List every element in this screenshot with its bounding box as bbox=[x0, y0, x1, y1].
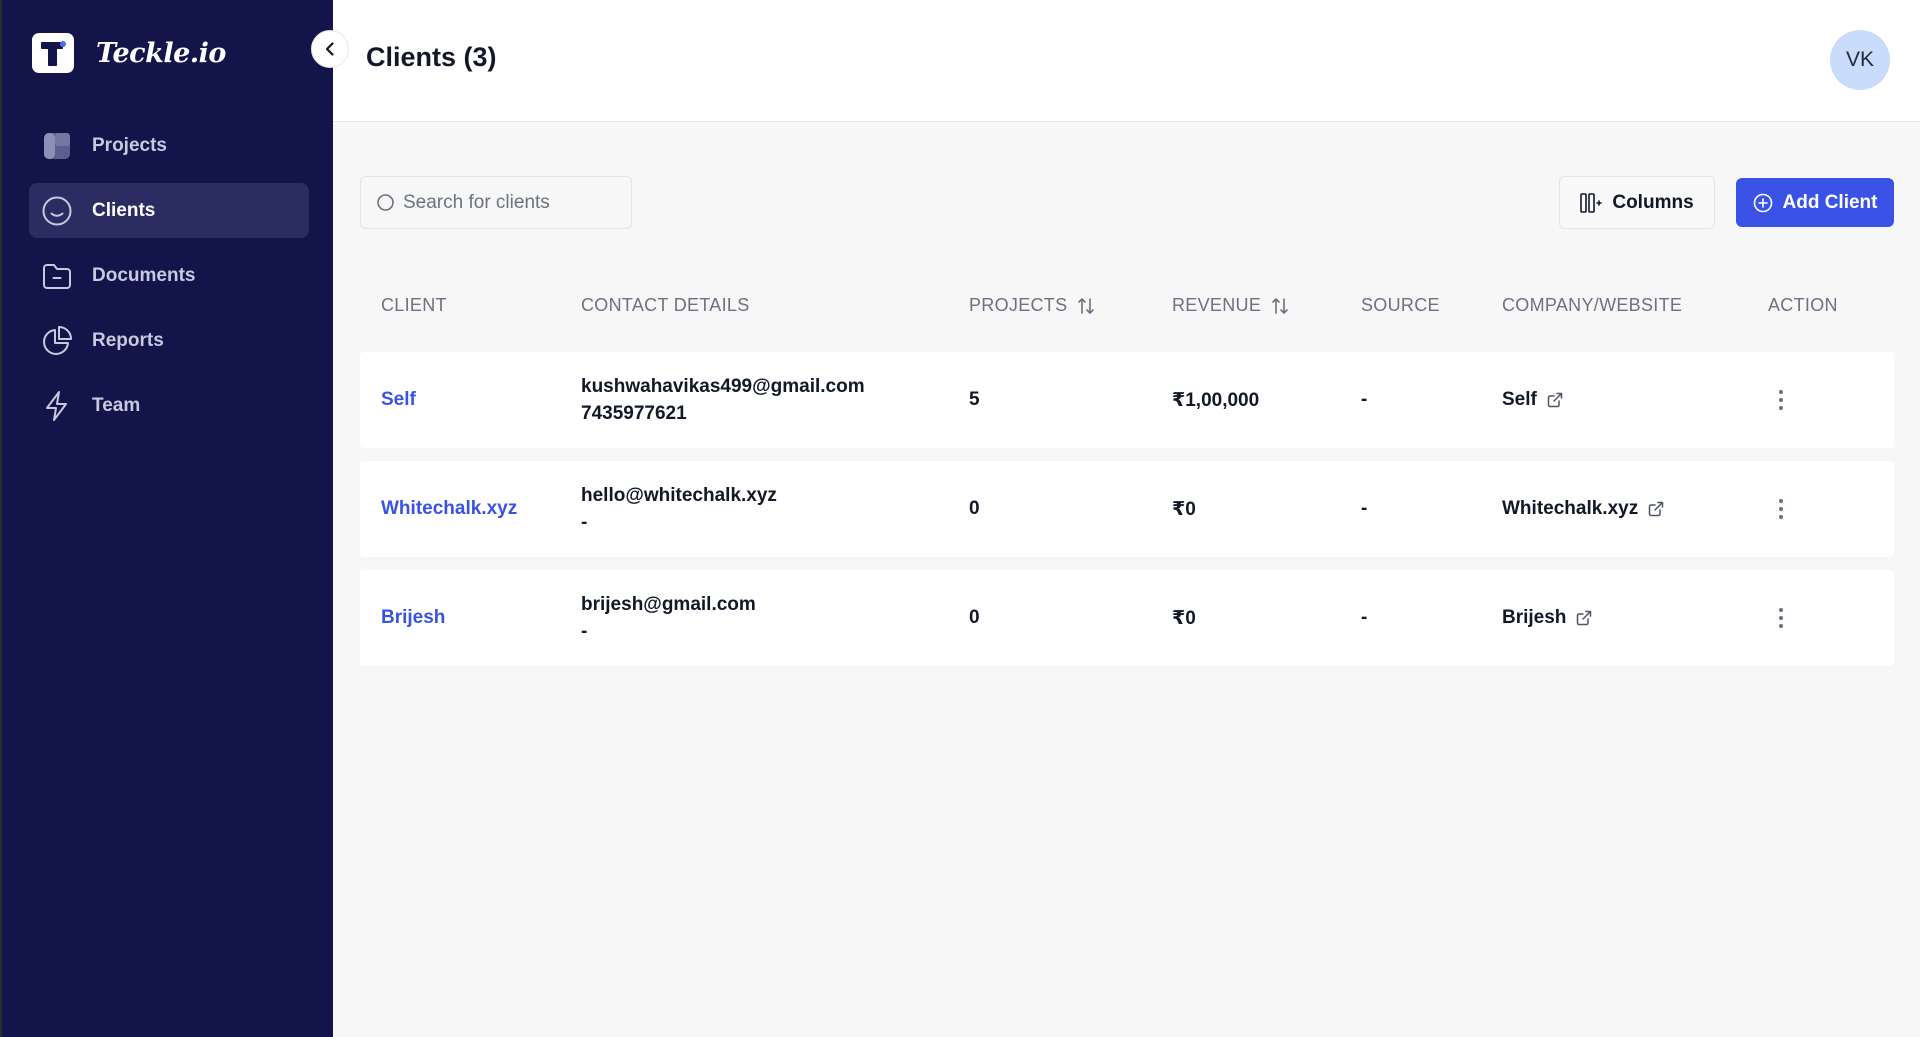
search-icon bbox=[376, 193, 395, 212]
external-link-icon bbox=[1576, 610, 1592, 626]
table-header: CLIENT CONTACT DETAILS PROJECTS REVENUE … bbox=[360, 290, 1894, 324]
sidebar-item-team[interactable]: Team bbox=[29, 378, 309, 433]
contact-details: hello@whitechalk.xyz - bbox=[581, 461, 777, 557]
folder-icon bbox=[41, 260, 73, 292]
add-client-button[interactable]: Add Client bbox=[1736, 178, 1894, 227]
table-row: Whitechalk.xyz hello@whitechalk.xyz - 0 … bbox=[360, 461, 1894, 557]
column-header-source: SOURCE bbox=[1361, 295, 1440, 315]
more-vertical-icon bbox=[1778, 498, 1784, 520]
projects-count: 0 bbox=[969, 607, 980, 628]
contact-details: kushwahavikas499@gmail.com 7435977621 bbox=[581, 352, 865, 448]
app-window: Teckle.io Projects Clients Documents Rep… bbox=[0, 0, 1920, 1037]
column-header-client: CLIENT bbox=[381, 295, 447, 315]
lightning-icon bbox=[41, 390, 73, 422]
source-value: - bbox=[1361, 389, 1368, 410]
row-actions-button[interactable] bbox=[1766, 461, 1796, 557]
client-name-link[interactable]: Brijesh bbox=[381, 570, 445, 666]
more-vertical-icon bbox=[1778, 389, 1784, 411]
more-vertical-icon bbox=[1778, 607, 1784, 629]
revenue-value: ₹1,00,000 bbox=[1172, 389, 1260, 411]
sort-icon[interactable] bbox=[1271, 297, 1289, 315]
row-actions-button[interactable] bbox=[1766, 352, 1796, 448]
table-row: Brijesh brijesh@gmail.com - 0 ₹0 - Brije… bbox=[360, 570, 1894, 666]
company-website-link[interactable]: Self bbox=[1502, 352, 1563, 448]
add-client-button-label: Add Client bbox=[1782, 191, 1878, 213]
contact-phone: - bbox=[581, 621, 588, 642]
column-header-company: COMPANY/WEBSITE bbox=[1502, 295, 1683, 315]
search-input[interactable] bbox=[403, 191, 623, 214]
row-actions-button[interactable] bbox=[1766, 570, 1796, 666]
pie-chart-icon bbox=[41, 325, 73, 357]
brand-logo[interactable]: Teckle.io bbox=[32, 33, 226, 73]
source-value: - bbox=[1361, 498, 1368, 519]
column-header-contact: CONTACT DETAILS bbox=[581, 295, 750, 315]
company-website-link[interactable]: Brijesh bbox=[1502, 570, 1592, 666]
contact-phone: - bbox=[581, 512, 588, 533]
search-box[interactable] bbox=[360, 176, 632, 229]
external-link-icon bbox=[1547, 392, 1563, 408]
sidebar-item-clients[interactable]: Clients bbox=[29, 183, 309, 238]
sort-icon[interactable] bbox=[1077, 297, 1095, 315]
contact-phone: 7435977621 bbox=[581, 403, 687, 424]
top-bar: Clients (3) VK bbox=[333, 0, 1920, 122]
columns-button-label: Columns bbox=[1612, 191, 1694, 213]
table-row: Self kushwahavikas499@gmail.com 74359776… bbox=[360, 352, 1894, 448]
main-content: Clients (3) VK Columns Add Client CLIENT… bbox=[333, 0, 1920, 1037]
sidebar-item-reports[interactable]: Reports bbox=[29, 313, 309, 368]
contact-email: brijesh@gmail.com bbox=[581, 594, 756, 615]
column-header-projects[interactable]: PROJECTS bbox=[969, 295, 1095, 316]
sidebar-item-documents[interactable]: Documents bbox=[29, 248, 309, 303]
revenue-value: ₹0 bbox=[1172, 498, 1196, 520]
external-link-icon bbox=[1648, 501, 1664, 517]
columns-icon bbox=[1580, 192, 1603, 213]
projects-count: 5 bbox=[969, 389, 980, 410]
smile-icon bbox=[41, 195, 73, 227]
avatar[interactable]: VK bbox=[1830, 30, 1890, 90]
brand-name: Teckle.io bbox=[96, 37, 226, 69]
collapse-sidebar-button[interactable] bbox=[311, 30, 349, 68]
sidebar: Teckle.io Projects Clients Documents Rep… bbox=[0, 0, 333, 1037]
source-value: - bbox=[1361, 607, 1368, 628]
contact-details: brijesh@gmail.com - bbox=[581, 570, 756, 666]
sidebar-nav: Projects Clients Documents Reports Team bbox=[29, 118, 309, 443]
revenue-value: ₹0 bbox=[1172, 607, 1196, 629]
client-name-link[interactable]: Whitechalk.xyz bbox=[381, 461, 517, 557]
logo-mark-icon bbox=[32, 33, 74, 73]
columns-button[interactable]: Columns bbox=[1559, 176, 1715, 229]
sidebar-item-label: Projects bbox=[92, 134, 167, 156]
projects-count: 0 bbox=[969, 498, 980, 519]
company-website-link[interactable]: Whitechalk.xyz bbox=[1502, 461, 1664, 557]
contact-email: hello@whitechalk.xyz bbox=[581, 485, 777, 506]
sidebar-item-label: Documents bbox=[92, 264, 196, 286]
column-header-action: ACTION bbox=[1768, 295, 1838, 315]
column-header-revenue[interactable]: REVENUE bbox=[1172, 295, 1289, 316]
client-name-link[interactable]: Self bbox=[381, 352, 416, 448]
plus-circle-icon bbox=[1753, 193, 1773, 213]
sidebar-item-projects[interactable]: Projects bbox=[29, 118, 309, 173]
sidebar-item-label: Reports bbox=[92, 329, 164, 351]
page-title: Clients (3) bbox=[366, 42, 497, 72]
sidebar-item-label: Clients bbox=[92, 199, 156, 221]
contact-email: kushwahavikas499@gmail.com bbox=[581, 376, 865, 397]
sidebar-item-label: Team bbox=[92, 394, 141, 416]
chevron-left-icon bbox=[321, 40, 339, 58]
projects-icon bbox=[41, 130, 73, 162]
